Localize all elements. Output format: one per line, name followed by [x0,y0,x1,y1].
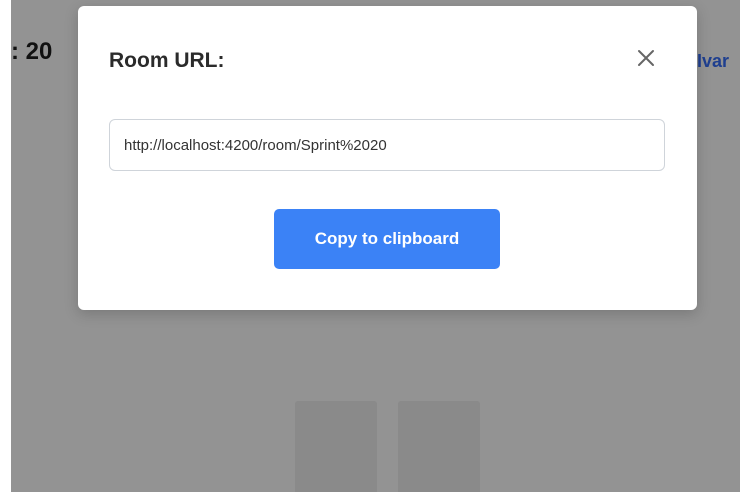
room-title: : 20 [11,38,53,65]
user-name-link[interactable]: Ivar [697,52,740,70]
vote-card[interactable] [295,401,377,492]
close-button[interactable] [634,46,658,70]
page-edge [0,0,11,492]
dialog-title: Room URL: [109,49,225,72]
vote-card[interactable] [398,401,480,492]
app-page: : 20 Ivar Room URL: Copy to clipboard [0,0,740,492]
close-icon [638,50,654,66]
room-url-input[interactable] [109,119,665,171]
copy-to-clipboard-button[interactable]: Copy to clipboard [274,209,500,269]
room-url-dialog: Room URL: Copy to clipboard [78,6,697,310]
